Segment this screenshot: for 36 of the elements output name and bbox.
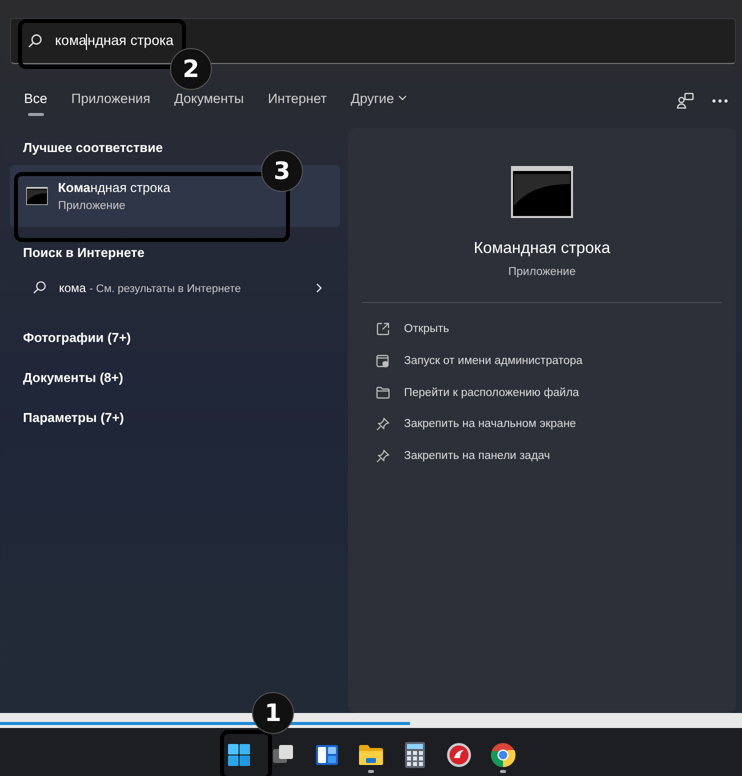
filter-tab[interactable]: Интернет	[268, 90, 327, 116]
category-heading[interactable]: Документы (8+)	[10, 370, 340, 385]
category-heading[interactable]: Параметры (7+)	[10, 410, 340, 425]
action-item[interactable]: Закрепить на панели задач	[348, 440, 736, 472]
filter-tab[interactable]: Другие	[350, 90, 407, 116]
app-type: Приложение	[508, 266, 576, 278]
people-chat-icon[interactable]	[676, 92, 694, 110]
category-heading[interactable]: Фотографии (7+)	[10, 330, 340, 345]
app-title: Командная строка	[474, 240, 610, 258]
filter-tab[interactable]: Документы	[174, 90, 244, 116]
pin-icon	[376, 417, 390, 431]
pin-icon	[376, 449, 390, 463]
chevron-right-icon	[316, 282, 322, 292]
terminal-icon	[511, 166, 573, 218]
search-icon	[27, 33, 43, 49]
filter-tab[interactable]: Приложения	[71, 90, 150, 116]
filter-tab[interactable]: Все	[24, 90, 48, 116]
folder-icon	[376, 386, 390, 399]
more-icon[interactable]	[712, 99, 728, 103]
search-icon	[32, 280, 47, 295]
folder-icon	[358, 743, 384, 767]
browser-icon	[490, 742, 516, 768]
action-item[interactable]: Перейти к расположению файла	[348, 377, 736, 408]
terminal-icon	[26, 187, 48, 205]
action-item[interactable]: Открыть	[348, 313, 736, 345]
action-item[interactable]: Закрепить на начальном экране	[348, 408, 736, 440]
windows-logo-icon	[227, 743, 251, 767]
calculator-icon	[405, 742, 425, 768]
action-item[interactable]: Запуск от имени администратора	[348, 345, 736, 377]
section-heading: Лучшее соответствие	[22, 140, 164, 155]
web-search-item[interactable]: кома - См. результаты в Интернете	[10, 270, 340, 305]
widgets-icon	[315, 743, 339, 767]
app-icon	[446, 742, 472, 768]
window-shield-icon	[376, 354, 390, 368]
section-heading: Поиск в Интернете	[22, 245, 146, 260]
external-link-icon	[376, 322, 390, 336]
